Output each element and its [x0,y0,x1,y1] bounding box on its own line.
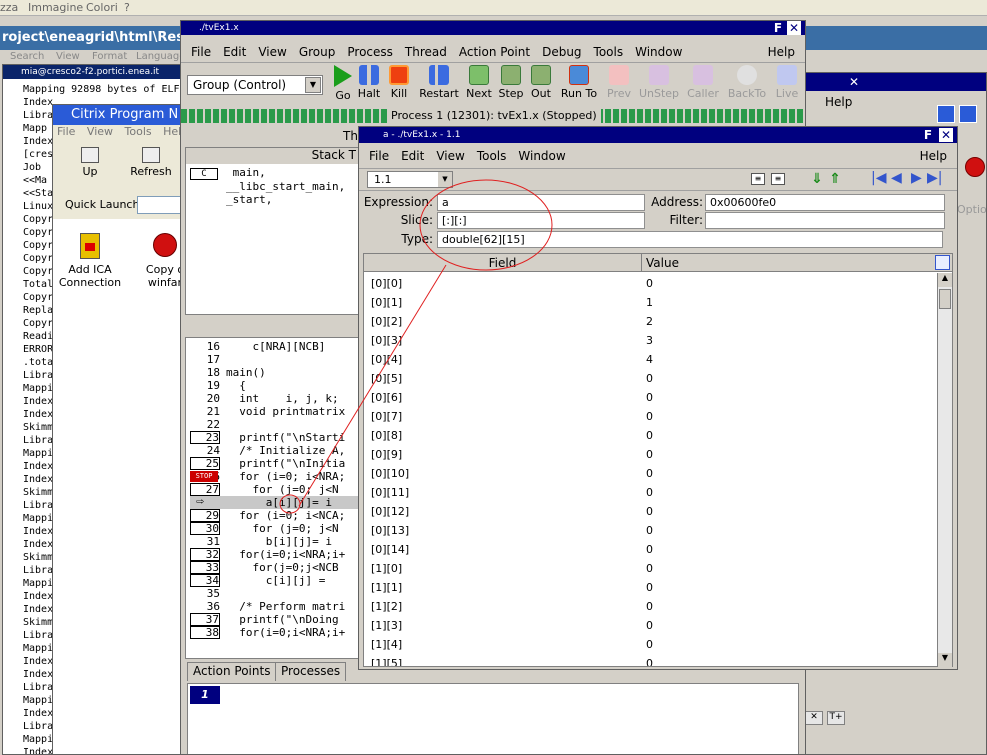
annotation-small-ellipse [279,494,301,514]
annotation-overlay [279,179,553,514]
annotation-ellipse [419,179,553,271]
annotation-line [298,264,447,507]
